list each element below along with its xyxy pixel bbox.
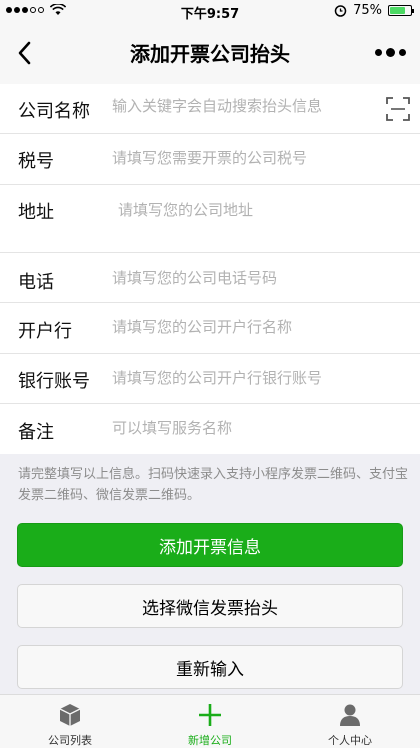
field-bank: 开户行	[0, 303, 420, 354]
battery-icon	[388, 5, 414, 16]
select-wechat-invoice-button[interactable]: 选择微信发票抬头	[17, 584, 403, 628]
status-right: 75%	[334, 3, 414, 18]
address-input[interactable]	[118, 199, 403, 245]
person-icon	[340, 704, 360, 726]
scan-icon[interactable]	[386, 97, 410, 121]
form-hint: 请完整填写以上信息。扫码快速录入支持小程序发票二维码、支付宝发票二维码、微信发票…	[18, 467, 409, 503]
cube-icon	[59, 704, 81, 726]
tab-label: 新增公司	[188, 734, 232, 747]
field-address: 地址	[0, 185, 420, 253]
field-label: 开户行	[18, 321, 72, 342]
alarm-icon	[334, 5, 347, 17]
field-label: 银行账号	[18, 371, 90, 392]
invoice-form: 公司名称 税号 地址 电话 开户行 银行账号 备注	[0, 84, 420, 454]
navigation-bar: 添加开票公司抬头	[0, 24, 420, 84]
status-bar: 下午9:57 75%	[0, 0, 420, 24]
tab-bar: 公司列表 新增公司 个人中心	[0, 694, 420, 748]
field-label: 公司名称	[18, 101, 90, 122]
field-company-name: 公司名称	[0, 84, 420, 134]
field-label: 备注	[18, 422, 54, 443]
bank-account-input[interactable]	[112, 369, 402, 387]
page-title: 添加开票公司抬头	[130, 42, 290, 66]
field-remarks: 备注	[0, 404, 420, 454]
field-label: 电话	[18, 272, 54, 293]
tab-label: 个人中心	[328, 734, 372, 747]
field-label: 税号	[18, 151, 54, 172]
field-phone: 电话	[0, 253, 420, 303]
tab-profile[interactable]: 个人中心	[280, 695, 420, 748]
remarks-input[interactable]	[112, 419, 402, 437]
phone-input[interactable]	[112, 269, 402, 287]
field-label: 地址	[18, 202, 54, 223]
field-bank-account: 银行账号	[0, 354, 420, 404]
reset-button[interactable]: 重新输入	[17, 645, 403, 689]
field-tax-id: 税号	[0, 134, 420, 185]
company-name-input[interactable]	[112, 97, 372, 115]
more-icon[interactable]	[375, 42, 406, 62]
tab-label: 公司列表	[48, 734, 92, 747]
bank-input[interactable]	[112, 318, 402, 336]
add-invoice-button[interactable]: 添加开票信息	[17, 523, 403, 567]
tab-company-list[interactable]: 公司列表	[0, 695, 140, 748]
tab-add-company[interactable]: 新增公司	[140, 695, 280, 748]
battery-percent: 75%	[353, 3, 382, 18]
tax-id-input[interactable]	[112, 149, 402, 167]
plus-icon	[199, 704, 221, 726]
battery-level	[390, 7, 405, 14]
